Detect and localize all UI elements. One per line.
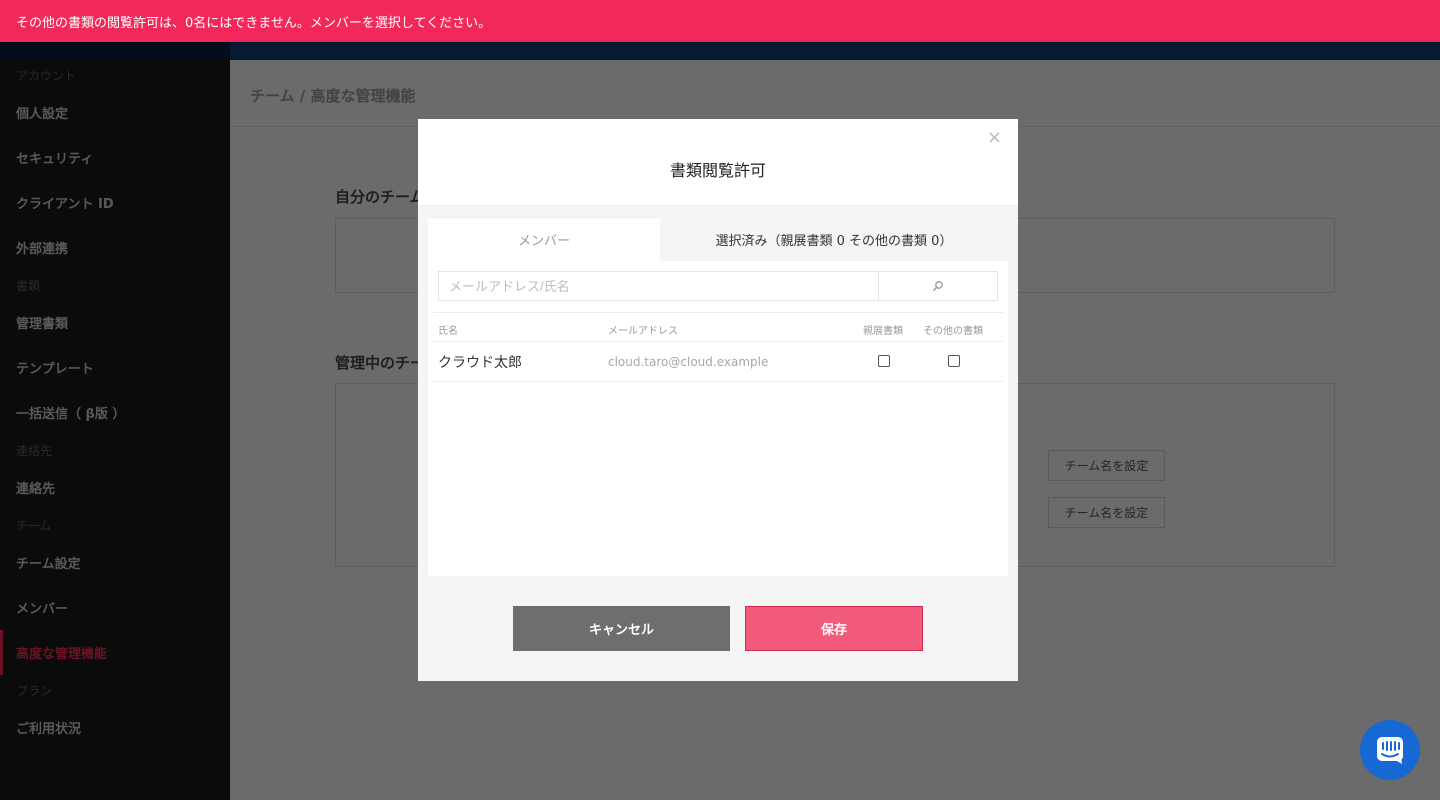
header-parent-docs: 親展書類	[863, 326, 903, 337]
header-other-docs: その他の書類	[923, 326, 983, 337]
save-button[interactable]: 保存	[745, 606, 923, 651]
tab-members[interactable]: メンバー	[428, 217, 660, 261]
own-team-title: 自分のチーム	[335, 188, 425, 206]
sidebar-section-team: チーム	[16, 518, 52, 533]
parent-docs-checkbox[interactable]	[878, 355, 890, 367]
search-button[interactable]	[879, 271, 998, 301]
breadcrumb: チーム / 高度な管理機能	[230, 60, 1440, 127]
sidebar-item-contacts[interactable]: 連絡先	[0, 465, 230, 510]
sidebar-item-advanced-management[interactable]: 高度な管理機能	[0, 630, 230, 675]
chat-icon	[1377, 737, 1403, 764]
close-icon[interactable]: ×	[987, 127, 1002, 148]
set-team-name-button[interactable]: チーム名を設定	[1048, 450, 1165, 481]
header-email: メールアドレス	[608, 326, 678, 337]
sidebar-item-team-settings[interactable]: チーム設定	[0, 540, 230, 585]
sidebar-item-client-id[interactable]: クライアント ID	[0, 180, 230, 225]
top-nav-left	[0, 42, 230, 60]
sidebar-item-integrations[interactable]: 外部連携	[0, 225, 230, 270]
member-email: cloud.taro@cloud.example	[608, 355, 769, 369]
tab-selected[interactable]: 選択済み（親展書類 0 その他の書類 0）	[660, 217, 1008, 261]
table-row: クラウド太郎 cloud.taro@cloud.example	[433, 342, 1003, 382]
top-nav-bar	[0, 42, 1440, 60]
search-icon	[933, 281, 943, 291]
header-name: 氏名	[438, 326, 458, 337]
document-permission-modal: × 書類閲覧許可 メンバー 選択済み（親展書類 0 その他の書類 0） 氏名	[418, 119, 1018, 681]
sidebar-item-usage[interactable]: ご利用状況	[0, 705, 230, 750]
sidebar-section-account: アカウント	[16, 68, 77, 83]
sidebar-item-managed-documents[interactable]: 管理書類	[0, 300, 230, 345]
sidebar-item-members[interactable]: メンバー	[0, 585, 230, 630]
search-row	[438, 271, 998, 301]
sidebar-section-plan: プラン	[16, 683, 53, 698]
member-list-panel: 氏名 メールアドレス 親展書類 その他の書類 クラウド太郎 cloud.taro…	[428, 261, 1008, 576]
cancel-button[interactable]: キャンセル	[513, 606, 730, 651]
sidebar: アカウント 個人設定 セキュリティ クライアント ID 外部連携 書類 管理書類…	[0, 60, 230, 800]
member-name: クラウド太郎	[438, 355, 522, 371]
error-alert-banner: その他の書類の閲覧許可は、0名にはできません。メンバーを選択してください。	[0, 0, 1440, 42]
modal-title: 書類閲覧許可	[669, 161, 766, 180]
chat-launcher-button[interactable]	[1360, 720, 1420, 780]
sidebar-item-personal-settings[interactable]: 個人設定	[0, 90, 230, 135]
search-input[interactable]	[438, 271, 879, 301]
table-header: 氏名 メールアドレス 親展書類 その他の書類	[433, 312, 1003, 342]
modal-body: メンバー 選択済み（親展書類 0 その他の書類 0） 氏名 メールアドレス 親展…	[418, 205, 1018, 681]
sidebar-section-documents: 書類	[16, 278, 41, 293]
sidebar-item-templates[interactable]: テンプレート	[0, 345, 230, 390]
set-team-name-button[interactable]: チーム名を設定	[1048, 497, 1165, 528]
sidebar-item-bulk-send[interactable]: 一括送信（ β版 ）	[0, 390, 230, 435]
sidebar-item-security[interactable]: セキュリティ	[0, 135, 230, 180]
modal-tabs: メンバー 選択済み（親展書類 0 その他の書類 0）	[428, 217, 1008, 261]
sidebar-section-contacts: 連絡先	[16, 443, 53, 458]
member-table: 氏名 メールアドレス 親展書類 その他の書類 クラウド太郎 cloud.taro…	[433, 312, 1003, 382]
other-docs-checkbox[interactable]	[948, 355, 960, 367]
alert-message: その他の書類の閲覧許可は、0名にはできません。メンバーを選択してください。	[16, 16, 492, 31]
